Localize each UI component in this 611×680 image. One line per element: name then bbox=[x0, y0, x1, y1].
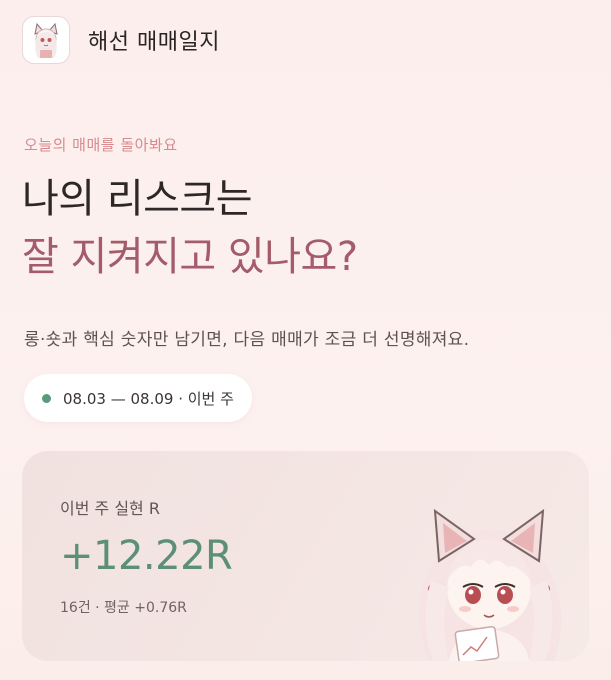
summary-meta: 16건 · 평균 +0.76R bbox=[60, 600, 187, 616]
hero-headline: 나의 리스크는 잘 지켜지고 있나요? bbox=[22, 170, 358, 286]
date-range-pill[interactable]: 08.03 — 08.09 · 이번 주 bbox=[24, 374, 252, 422]
mascot-illustration bbox=[419, 508, 562, 661]
weekly-summary-card[interactable]: 이번 주 실현 R +12.22R 16건 · 평균 +0.76R bbox=[22, 451, 589, 661]
headline-line-1: 나의 리스크는 bbox=[22, 176, 253, 222]
mascot-logo-icon[interactable] bbox=[22, 16, 70, 64]
headline-line-2: 잘 지켜지고 있나요? bbox=[22, 234, 358, 280]
hero-subtitle: 롱·숏과 핵심 숫자만 남기면, 다음 매매가 조금 더 선명해져요. bbox=[24, 330, 470, 350]
summary-value: +12.22R bbox=[60, 533, 233, 579]
app-title: 해선 매매일지 bbox=[88, 30, 220, 55]
app-header: 해선 매매일지 bbox=[22, 16, 220, 64]
status-dot-icon bbox=[42, 393, 51, 403]
date-range-label: 08.03 — 08.09 · 이번 주 bbox=[63, 389, 234, 408]
summary-label: 이번 주 실현 R bbox=[60, 499, 160, 518]
hero-eyebrow: 오늘의 매매를 돌아봐요 bbox=[24, 136, 178, 154]
